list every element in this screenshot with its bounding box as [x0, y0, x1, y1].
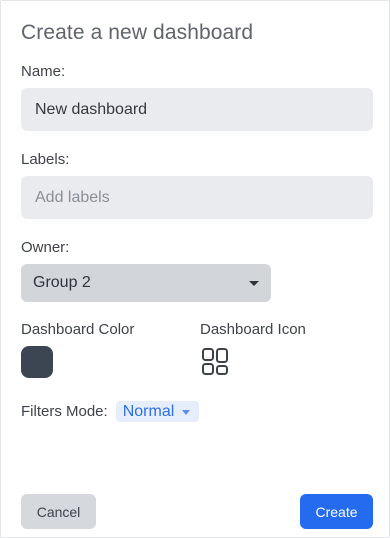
- dashboard-icon-label: Dashboard Icon: [200, 321, 306, 338]
- chevron-down-icon: [249, 280, 259, 286]
- labels-input[interactable]: Add labels: [21, 176, 373, 219]
- cancel-button[interactable]: Cancel: [21, 494, 96, 529]
- owner-label: Owner:: [21, 239, 70, 256]
- chevron-down-icon: [182, 409, 191, 415]
- filters-mode-label: Filters Mode:: [21, 403, 108, 420]
- create-button[interactable]: Create: [300, 494, 373, 529]
- labels-input-placeholder: Add labels: [35, 188, 110, 206]
- filters-mode-value: Normal: [122, 402, 175, 420]
- name-input-value: New dashboard: [35, 100, 148, 118]
- grid-icon[interactable]: [200, 347, 230, 377]
- filters-mode-row: Filters Mode: Normal: [21, 401, 200, 422]
- name-label: Name:: [21, 63, 66, 80]
- filters-mode-select[interactable]: Normal: [115, 401, 200, 422]
- dialog-title: Create a new dashboard: [21, 21, 254, 44]
- create-dashboard-dialog: Create a new dashboard Name: New dashboa…: [0, 0, 390, 538]
- name-input[interactable]: New dashboard: [21, 88, 373, 131]
- owner-select[interactable]: Group 2: [21, 264, 271, 302]
- dashboard-color-label: Dashboard Color: [21, 321, 135, 338]
- owner-select-value: Group 2: [33, 274, 91, 291]
- labels-label: Labels:: [21, 151, 70, 168]
- dashboard-color-swatch[interactable]: [21, 346, 53, 378]
